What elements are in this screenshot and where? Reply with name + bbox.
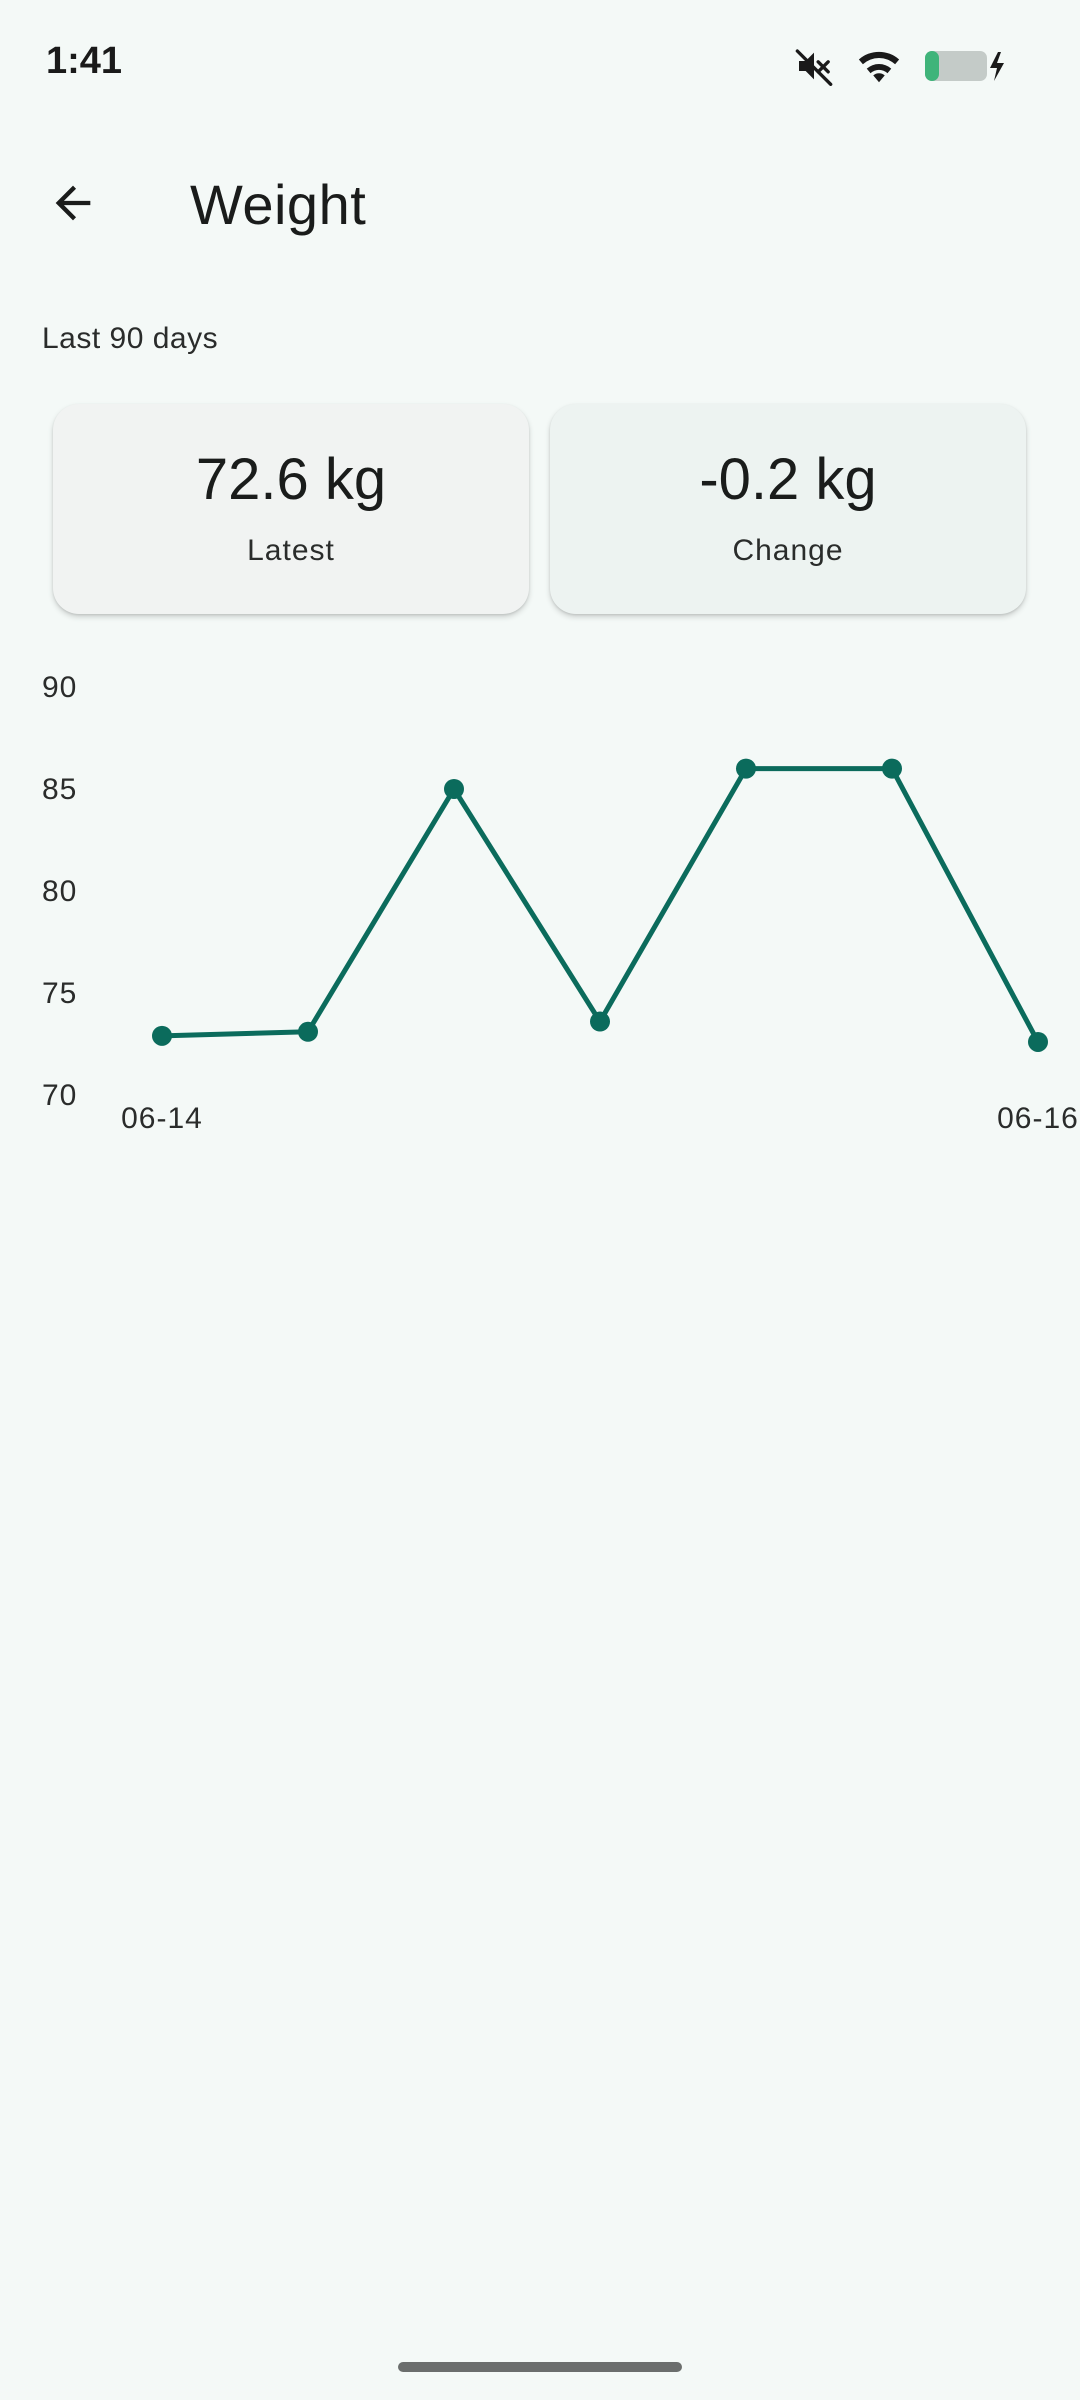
mute-icon xyxy=(794,46,834,86)
weight-screen: 1:41 Weight Last 90 days 72.6 kg Latest … xyxy=(0,0,1080,2400)
change-value: -0.2 kg xyxy=(699,447,877,512)
data-point[interactable] xyxy=(736,758,756,779)
y-tick-label: 70 xyxy=(42,1079,77,1112)
weight-line-chart: 90 85 80 75 70 06-14 06-16 xyxy=(42,671,1079,1135)
data-point[interactable] xyxy=(444,779,464,799)
change-label: Change xyxy=(732,534,844,567)
x-tick-label: 06-14 xyxy=(121,1102,203,1135)
latest-stat-card: 72.6 kg Latest xyxy=(53,404,529,614)
data-point[interactable] xyxy=(882,758,902,779)
home-indicator[interactable] xyxy=(398,2362,682,2372)
weight-series-line xyxy=(161,766,1041,1044)
data-point[interactable] xyxy=(1028,1031,1048,1052)
data-point[interactable] xyxy=(298,1021,318,1042)
latest-label: Latest xyxy=(247,534,335,567)
app-bar: Weight xyxy=(0,150,1080,260)
data-point[interactable] xyxy=(152,1025,172,1046)
y-tick-label: 80 xyxy=(42,875,77,908)
x-tick-label: 06-16 xyxy=(997,1102,1079,1135)
status-icons xyxy=(794,44,1010,88)
status-time: 1:41 xyxy=(46,40,123,82)
page-title: Weight xyxy=(190,173,367,236)
battery-charging-icon xyxy=(924,48,1010,84)
arrow-back-icon xyxy=(47,177,99,234)
y-tick-label: 75 xyxy=(42,977,77,1010)
latest-value: 72.6 kg xyxy=(195,447,387,512)
data-point[interactable] xyxy=(590,1011,610,1032)
back-button[interactable] xyxy=(30,168,116,242)
y-tick-label: 85 xyxy=(42,773,77,806)
weight-chart: 90 85 80 75 70 06-14 06-16 xyxy=(0,650,1080,1170)
wifi-icon xyxy=(856,46,902,86)
change-stat-card: -0.2 kg Change xyxy=(550,404,1026,614)
y-tick-label: 90 xyxy=(42,671,77,704)
status-bar: 1:41 xyxy=(0,0,1080,130)
range-label: Last 90 days xyxy=(42,322,219,355)
